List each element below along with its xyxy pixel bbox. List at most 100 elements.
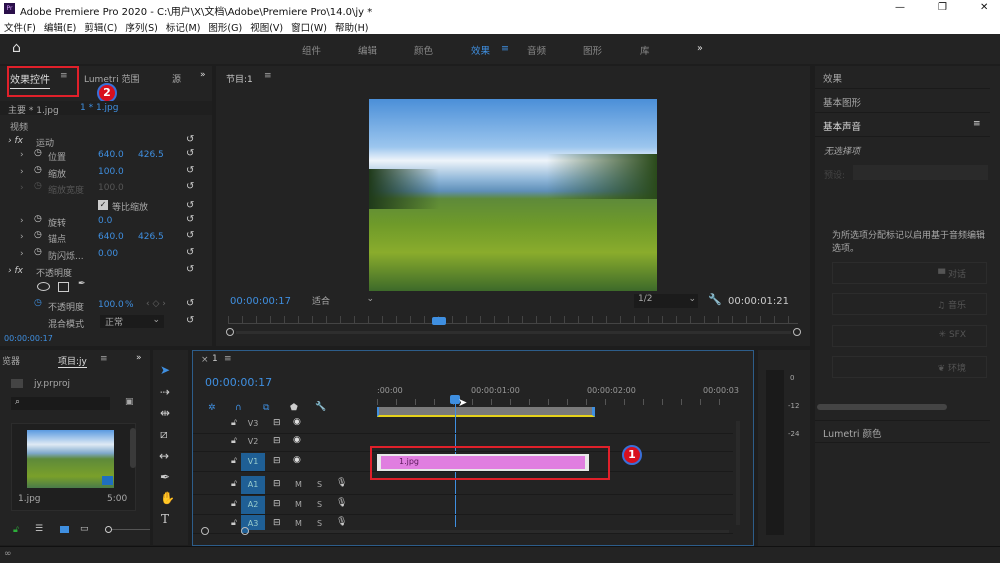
reset-icon[interactable]: ↺ (186, 230, 194, 241)
mute-button[interactable]: M (295, 480, 302, 489)
stopwatch-icon[interactable]: ◷ (34, 230, 42, 240)
workspace-editing[interactable]: 编辑 (358, 43, 377, 57)
param-value[interactable]: 0.0 (98, 216, 112, 226)
menu-file[interactable]: 文件(F) (4, 23, 36, 34)
music-button[interactable]: ♫ 音乐 (832, 293, 987, 315)
essential-graphics-header[interactable]: 基本图形 (815, 90, 990, 113)
reset-icon[interactable]: ↺ (186, 298, 194, 309)
panel-menu-icon[interactable]: ≡ (264, 71, 272, 81)
icon-view-icon[interactable] (60, 526, 69, 533)
workspace-effects[interactable]: 效果 (471, 43, 490, 57)
menu-edit[interactable]: 编辑(E) (44, 23, 76, 34)
razor-tool-icon[interactable]: ⧄ (160, 427, 168, 442)
menu-marker[interactable]: 标记(M) (166, 23, 201, 34)
effects-panel-header[interactable]: 效果 (815, 66, 990, 89)
creative-cloud-icon[interactable]: ∞ (4, 549, 12, 559)
workspace-more-button[interactable]: » (697, 43, 703, 54)
sync-lock-icon[interactable]: ⊟ (273, 436, 281, 446)
home-icon[interactable]: ⌂ (12, 40, 21, 56)
more-tabs-button[interactable]: » (136, 353, 142, 363)
clip-thumbnail-card[interactable]: 1.jpg 5:00 (11, 423, 136, 511)
minimize-button[interactable]: — (895, 2, 905, 13)
stopwatch-icon[interactable]: ◷ (34, 181, 42, 191)
freeform-view-icon[interactable]: ▭ (80, 524, 89, 534)
reset-icon[interactable]: ↺ (186, 247, 194, 258)
expand-chevron-icon[interactable]: › (20, 150, 24, 160)
panel-menu-icon[interactable]: ≡ (973, 119, 981, 129)
eye-icon[interactable]: ◉ (293, 455, 301, 465)
program-timecode[interactable]: 00:00:00:17 (230, 296, 291, 307)
track-lock-icon[interactable]: 🔓︎ (231, 479, 237, 489)
fit-dropdown[interactable]: 适合 ⌄ (312, 294, 376, 308)
param-value[interactable]: 640.0 (98, 232, 124, 242)
timeline-zoom-handle-right[interactable] (241, 527, 249, 535)
expand-chevron-icon[interactable]: › (20, 232, 24, 242)
solo-button[interactable]: S (317, 519, 322, 528)
track-label-a1[interactable]: A1 (241, 476, 265, 494)
param-value-2[interactable]: 426.5 (138, 150, 164, 160)
keyframe-nav-icon[interactable]: ‹ ◇ › (146, 299, 166, 309)
pen-mask-icon[interactable]: ✒ (78, 279, 86, 289)
stopwatch-icon[interactable]: ◷ (34, 298, 42, 308)
sync-lock-icon[interactable]: ⊟ (273, 499, 281, 509)
opacity-effect[interactable]: 不透明度 (36, 266, 72, 279)
dialogue-button[interactable]: ▀ 对话 (832, 262, 987, 284)
program-ruler[interactable] (228, 316, 798, 324)
ambience-button[interactable]: ❦ 环境 (832, 356, 987, 378)
type-tool-icon[interactable]: T (161, 512, 169, 526)
sequence-tab[interactable]: 1 (212, 354, 218, 364)
expand-chevron-icon[interactable]: › (20, 216, 24, 226)
expand-chevron-icon[interactable]: › (20, 167, 24, 177)
workspace-libraries[interactable]: 库 (640, 43, 650, 57)
resolution-dropdown[interactable]: 1/2 ⌄ (634, 294, 698, 308)
timeline-horizontal-scrollbar[interactable] (249, 530, 729, 533)
program-playhead[interactable] (432, 317, 446, 325)
close-sequence-icon[interactable]: × (201, 355, 209, 365)
lumetri-color-header[interactable]: Lumetri 颜色 (815, 420, 990, 443)
selection-tool-icon[interactable]: ➤ (160, 363, 170, 377)
essential-sound-header[interactable]: 基本声音 (815, 114, 990, 137)
add-marker-icon[interactable]: ⬟ (290, 403, 298, 413)
track-label-a2[interactable]: A2 (241, 496, 265, 514)
param-value[interactable]: 640.0 (98, 150, 124, 160)
panel-menu-icon[interactable]: ≡ (100, 354, 108, 364)
menu-clip[interactable]: 剪辑(C) (84, 23, 117, 34)
microphone-icon[interactable]: 🎙︎ (336, 517, 347, 527)
reset-icon[interactable]: ↺ (186, 148, 194, 159)
sequence-clip-label[interactable]: 1 * 1.jpg (80, 103, 118, 113)
panel-menu-icon[interactable]: ≡ (224, 354, 232, 364)
program-zoom-scrollbar[interactable] (236, 331, 791, 334)
workspace-assembly[interactable]: 组件 (302, 43, 321, 57)
tab-source[interactable]: 源 (172, 72, 181, 85)
source-clip-label[interactable]: 主要 * 1.jpg (8, 103, 59, 116)
menu-sequence[interactable]: 序列(S) (125, 23, 157, 34)
reset-icon[interactable]: ↺ (186, 134, 194, 145)
sync-lock-icon[interactable]: ⊟ (273, 418, 281, 428)
right-panel-scrollbar[interactable] (817, 404, 947, 410)
sync-lock-icon[interactable]: ⊟ (273, 518, 281, 528)
menu-view[interactable]: 视图(V) (250, 23, 283, 34)
eye-icon[interactable]: ◉ (293, 417, 301, 427)
rectangle-mask-icon[interactable] (58, 282, 69, 292)
param-value-2[interactable]: 426.5 (138, 232, 164, 242)
expand-chevron-icon[interactable]: › (20, 183, 24, 193)
hand-tool-icon[interactable]: ✋ (160, 491, 175, 505)
linked-selection-icon[interactable]: ⧉ (263, 403, 269, 413)
blend-mode-dropdown[interactable]: 正常 ⌄ (100, 315, 164, 328)
track-label-v3[interactable]: V3 (241, 415, 265, 433)
maximize-button[interactable]: ❐ (938, 2, 947, 13)
zoom-handle-left[interactable] (226, 328, 234, 336)
project-search-input[interactable]: ⌕ (11, 397, 110, 410)
effect-controls-timecode[interactable]: 00:00:00:17 (4, 334, 53, 343)
microphone-icon[interactable]: 🎙︎ (336, 478, 347, 488)
zoom-handle-right[interactable] (793, 328, 801, 336)
slip-tool-icon[interactable]: ↔ (159, 449, 169, 463)
reset-icon[interactable]: ↺ (186, 315, 194, 326)
stopwatch-icon[interactable]: ◷ (34, 247, 42, 257)
workspace-color[interactable]: 颜色 (414, 43, 433, 57)
reset-icon[interactable]: ↺ (186, 264, 194, 275)
track-select-tool-icon[interactable]: ⇢ (160, 385, 170, 399)
expand-chevron-icon[interactable]: › (20, 249, 24, 259)
workspace-menu-icon[interactable]: ≡ (501, 43, 509, 54)
stopwatch-icon[interactable]: ◷ (34, 148, 42, 158)
